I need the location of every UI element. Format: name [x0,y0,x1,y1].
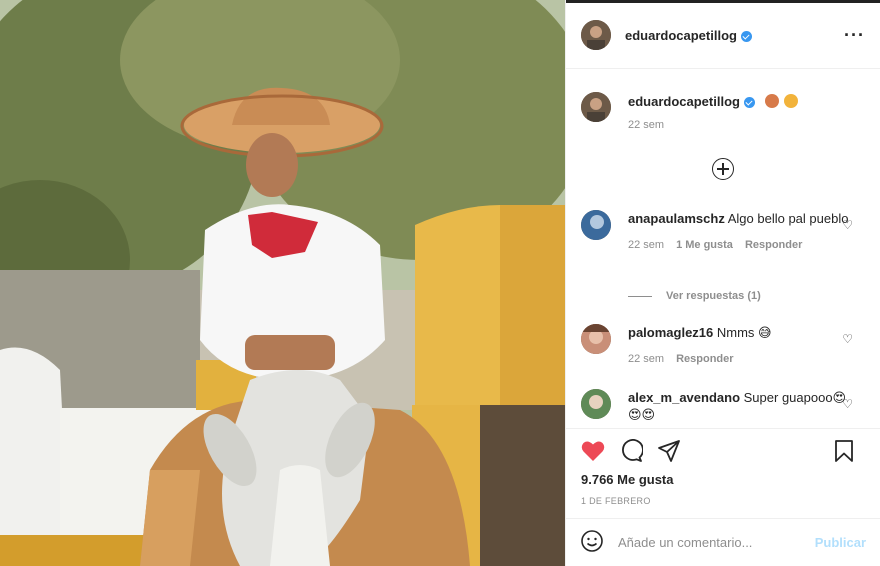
author-username[interactable]: eduardocapetillog [625,28,752,43]
likes-count[interactable]: 9.766 Me gusta [581,472,674,487]
comment-like-heart-icon[interactable]: ♡ [842,218,853,232]
bookmark-save-icon[interactable] [834,439,854,463]
commenter-avatar[interactable] [581,389,611,419]
comment-item: alex_m_avendano Super guapooo😍😍😍 ♡ [581,389,865,423]
woman-emoji-icon [764,94,779,108]
comment-likes[interactable]: 1 Me gusta [676,237,733,254]
caption-avatar[interactable] [581,92,611,122]
photo-illustration [0,0,565,566]
verified-badge-icon [740,30,752,42]
commenter-avatar[interactable] [581,324,611,354]
comment-username[interactable]: anapaulamschz [628,211,725,226]
post-actions [581,438,868,464]
load-more-comments-button[interactable] [712,158,734,180]
more-icon[interactable]: ··· [844,26,865,44]
like-heart-icon[interactable] [581,440,605,462]
post-date[interactable]: 1 DE FEBRERO [581,496,651,506]
share-send-icon[interactable] [657,439,681,463]
reply-button[interactable]: Responder [676,351,733,368]
reply-button[interactable]: Responder [745,237,802,254]
post-header: eduardocapetillog ··· [581,19,865,51]
publish-button[interactable]: Publicar [815,535,866,550]
caption-time[interactable]: 22 sem [628,119,664,131]
post-photo[interactable] [0,0,565,566]
author-username-text: eduardocapetillog [625,27,737,43]
comment-text: Nmms 😅 [716,325,772,340]
comment-time[interactable]: 22 sem [628,351,664,368]
cowboy-emoji-icon [784,94,799,108]
author-avatar[interactable] [581,20,611,50]
comment-like-heart-icon[interactable]: ♡ [842,397,853,411]
view-replies-button[interactable]: Ver respuestas (1) [628,290,761,302]
actions-divider [566,428,880,429]
commenter-avatar[interactable] [581,210,611,240]
header-divider [566,68,880,69]
comment-username[interactable]: alex_m_avendano [628,390,740,405]
replies-line [628,295,652,297]
comment-time[interactable]: 22 sem [628,237,664,254]
caption-username[interactable]: eduardocapetillog [628,94,740,109]
comment-item: palomaglez16 Nmms 😅 22 sem Responder ♡ [581,324,865,368]
comment-input[interactable] [618,535,815,550]
comment-text: Algo bello pal pueblo [727,211,849,226]
comment-username[interactable]: palomaglez16 [628,325,713,340]
comment-like-heart-icon[interactable]: ♡ [842,332,853,346]
post-details-panel: eduardocapetillog ··· eduardocapetillog … [565,0,880,566]
comment-item: anapaulamschz Algo bello pal pueblo 22 s… [581,210,865,254]
comment-bubble-icon[interactable] [619,439,643,463]
emoji-picker-icon[interactable] [580,529,604,556]
view-replies-label: Ver respuestas (1) [666,290,761,302]
verified-badge-icon [743,97,755,109]
post-caption: eduardocapetillog 22 sem [581,92,865,131]
add-comment-bar: Publicar [566,518,880,566]
